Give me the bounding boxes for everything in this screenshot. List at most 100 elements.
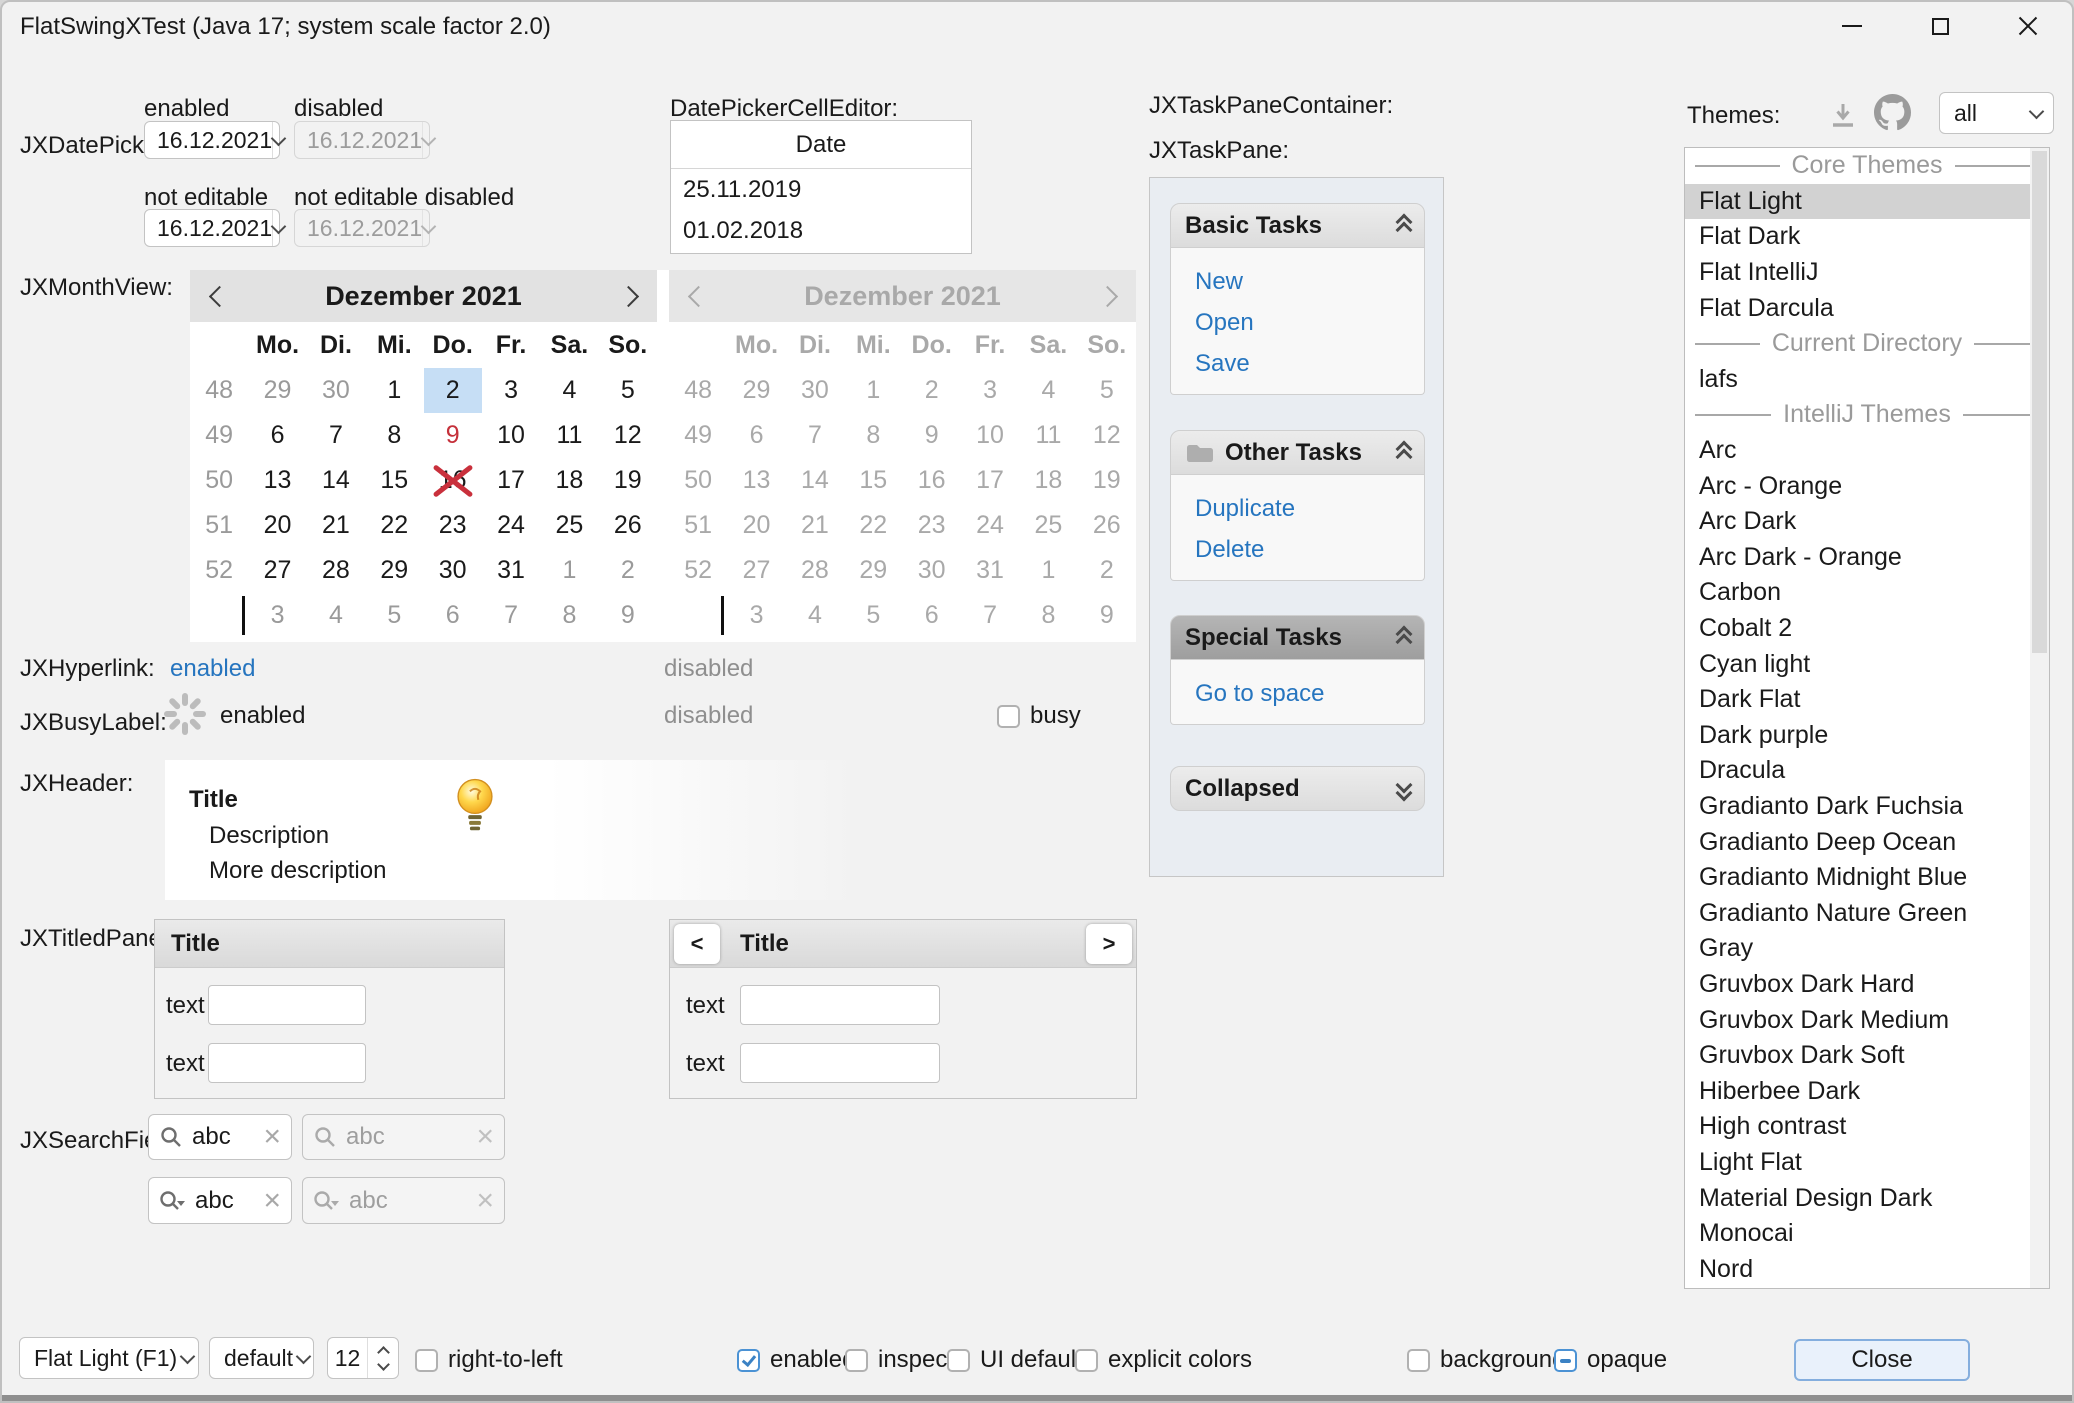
theme-list-item[interactable]: Monocai <box>1685 1216 2049 1252</box>
spinner-down-icon[interactable] <box>377 1358 390 1371</box>
calendar-day[interactable]: 14 <box>307 458 365 503</box>
table-row[interactable]: 25.11.2019 <box>671 169 971 210</box>
calendar-day[interactable]: 8 <box>365 413 423 458</box>
datepicker-dropdown-button[interactable] <box>272 122 284 158</box>
search-field-with-menu[interactable]: abc × <box>148 1177 292 1224</box>
calendar-day[interactable]: 25 <box>540 503 598 548</box>
theme-list-item[interactable]: Dracula <box>1685 753 2049 789</box>
theme-list-item[interactable]: Flat Darcula <box>1685 290 2049 326</box>
spinner-buttons[interactable] <box>367 1338 398 1378</box>
calendar-day[interactable]: 5 <box>365 593 423 638</box>
next-month-button[interactable] <box>599 270 657 322</box>
theme-list-item[interactable]: Light Flat <box>1685 1145 2049 1181</box>
theme-list-item[interactable]: Dark purple <box>1685 718 2049 754</box>
search-field[interactable]: abc × <box>148 1114 292 1160</box>
theme-list-item[interactable]: Flat Dark <box>1685 219 2049 255</box>
theme-list-item[interactable]: Gradianto Midnight Blue <box>1685 860 2049 896</box>
calendar-day[interactable]: 20 <box>248 503 306 548</box>
calendar-day[interactable]: 2 <box>424 368 482 413</box>
hyperlink-enabled[interactable]: enabled <box>170 655 255 683</box>
theme-list-item[interactable]: Cyan light <box>1685 646 2049 682</box>
calendar-day[interactable]: 11 <box>540 413 598 458</box>
calendar-day[interactable]: 23 <box>424 503 482 548</box>
titled-panel-prev-button[interactable]: < <box>674 924 720 964</box>
checkbox[interactable] <box>415 1349 438 1372</box>
calendar-day[interactable]: 4 <box>307 593 365 638</box>
theme-list-item[interactable]: Flat IntelliJ <box>1685 255 2049 291</box>
table-row[interactable]: 01.02.2018 <box>671 210 971 251</box>
titled-panel-text-input[interactable] <box>740 1043 940 1083</box>
checkbox[interactable] <box>1075 1349 1098 1372</box>
clear-icon[interactable]: × <box>263 1125 281 1149</box>
clear-icon[interactable]: × <box>263 1189 281 1213</box>
calendar-day[interactable]: 28 <box>307 548 365 593</box>
theme-list-item[interactable]: Dark Flat <box>1685 682 2049 718</box>
calendar-day[interactable]: 24 <box>482 503 540 548</box>
theme-list-item[interactable]: Arc Dark - Orange <box>1685 540 2049 576</box>
search-input[interactable]: abc <box>192 1123 254 1151</box>
titled-panel-text-input[interactable] <box>208 985 366 1025</box>
scrollbar[interactable] <box>2030 148 2049 1288</box>
calendar-day[interactable]: 27 <box>248 548 306 593</box>
font-size-spinner[interactable]: 12 <box>327 1337 399 1379</box>
theme-list-item[interactable]: Hiberbee Dark <box>1685 1073 2049 1109</box>
calendar-day[interactable]: 31 <box>482 548 540 593</box>
table-column-header[interactable]: Date <box>671 121 971 169</box>
calendar-day[interactable]: 19 <box>599 458 657 503</box>
calendar-day[interactable]: 22 <box>365 503 423 548</box>
taskpane-header[interactable]: Collapsed <box>1170 766 1425 811</box>
maximize-button[interactable] <box>1896 2 1984 50</box>
checkbox[interactable] <box>845 1349 868 1372</box>
calendar-day[interactable]: 17 <box>482 458 540 503</box>
task-link[interactable]: Duplicate <box>1195 495 1424 523</box>
calendar-day[interactable]: 16 <box>424 458 482 503</box>
calendar-day[interactable]: 9 <box>424 413 482 458</box>
calendar-day[interactable]: 30 <box>424 548 482 593</box>
themes-filter-combobox[interactable]: all <box>1939 92 2054 134</box>
theme-list-item[interactable]: Nord <box>1685 1251 2049 1287</box>
calendar-day[interactable]: 7 <box>307 413 365 458</box>
taskpane-header[interactable]: Basic Tasks <box>1170 203 1425 248</box>
checkbox[interactable] <box>737 1349 760 1372</box>
calendar-day[interactable]: 13 <box>248 458 306 503</box>
theme-list-item[interactable]: Material Design Dark <box>1685 1180 2049 1216</box>
checkbox[interactable] <box>947 1349 970 1372</box>
theme-list-item[interactable]: Gruvbox Dark Medium <box>1685 1002 2049 1038</box>
datepicker-dropdown-button[interactable] <box>272 210 284 246</box>
calendar-day[interactable]: 9 <box>599 593 657 638</box>
theme-list-item[interactable]: Arc <box>1685 433 2049 469</box>
datepicker-not-editable[interactable]: 16.12.2021 <box>144 209 280 247</box>
calendar-day[interactable]: 21 <box>307 503 365 548</box>
expand-icon[interactable] <box>1398 779 1410 799</box>
search-dropdown-icon[interactable] <box>159 1189 186 1213</box>
calendar-day[interactable]: 18 <box>540 458 598 503</box>
minimize-button[interactable] <box>1808 2 1896 50</box>
download-icon[interactable] <box>1828 100 1858 130</box>
calendar-day[interactable]: 6 <box>424 593 482 638</box>
calendar-day[interactable]: 10 <box>482 413 540 458</box>
theme-list-item[interactable]: Gruvbox Dark Soft <box>1685 1038 2049 1074</box>
calendar-day[interactable]: 2 <box>599 548 657 593</box>
task-link[interactable]: Open <box>1195 309 1424 337</box>
theme-list-item[interactable]: Gradianto Dark Fuchsia <box>1685 789 2049 825</box>
scrollbar-thumb[interactable] <box>2032 151 2047 653</box>
theme-list-item[interactable]: Gradianto Nature Green <box>1685 895 2049 931</box>
calendar-day[interactable]: 3 <box>248 593 306 638</box>
theme-list-item[interactable]: High contrast <box>1685 1109 2049 1145</box>
busy-checkbox[interactable] <box>997 705 1020 728</box>
calendar-day[interactable]: 12 <box>599 413 657 458</box>
theme-list-item[interactable]: lafs <box>1685 362 2049 398</box>
collapse-icon[interactable] <box>1398 443 1410 463</box>
previous-month-button[interactable] <box>190 270 248 322</box>
task-link[interactable]: New <box>1195 268 1424 296</box>
collapse-icon[interactable] <box>1398 628 1410 648</box>
spinner-up-icon[interactable] <box>377 1346 390 1359</box>
task-link[interactable]: Delete <box>1195 536 1424 564</box>
spinner-value[interactable]: 12 <box>328 1338 367 1378</box>
calendar-day[interactable]: 1 <box>365 368 423 413</box>
datepicker-value[interactable]: 16.12.2021 <box>145 127 272 154</box>
theme-list-item[interactable]: Gruvbox Dark Hard <box>1685 967 2049 1003</box>
github-icon[interactable] <box>1874 94 1911 131</box>
calendar-day[interactable]: 7 <box>482 593 540 638</box>
calendar-day[interactable]: 29 <box>248 368 306 413</box>
